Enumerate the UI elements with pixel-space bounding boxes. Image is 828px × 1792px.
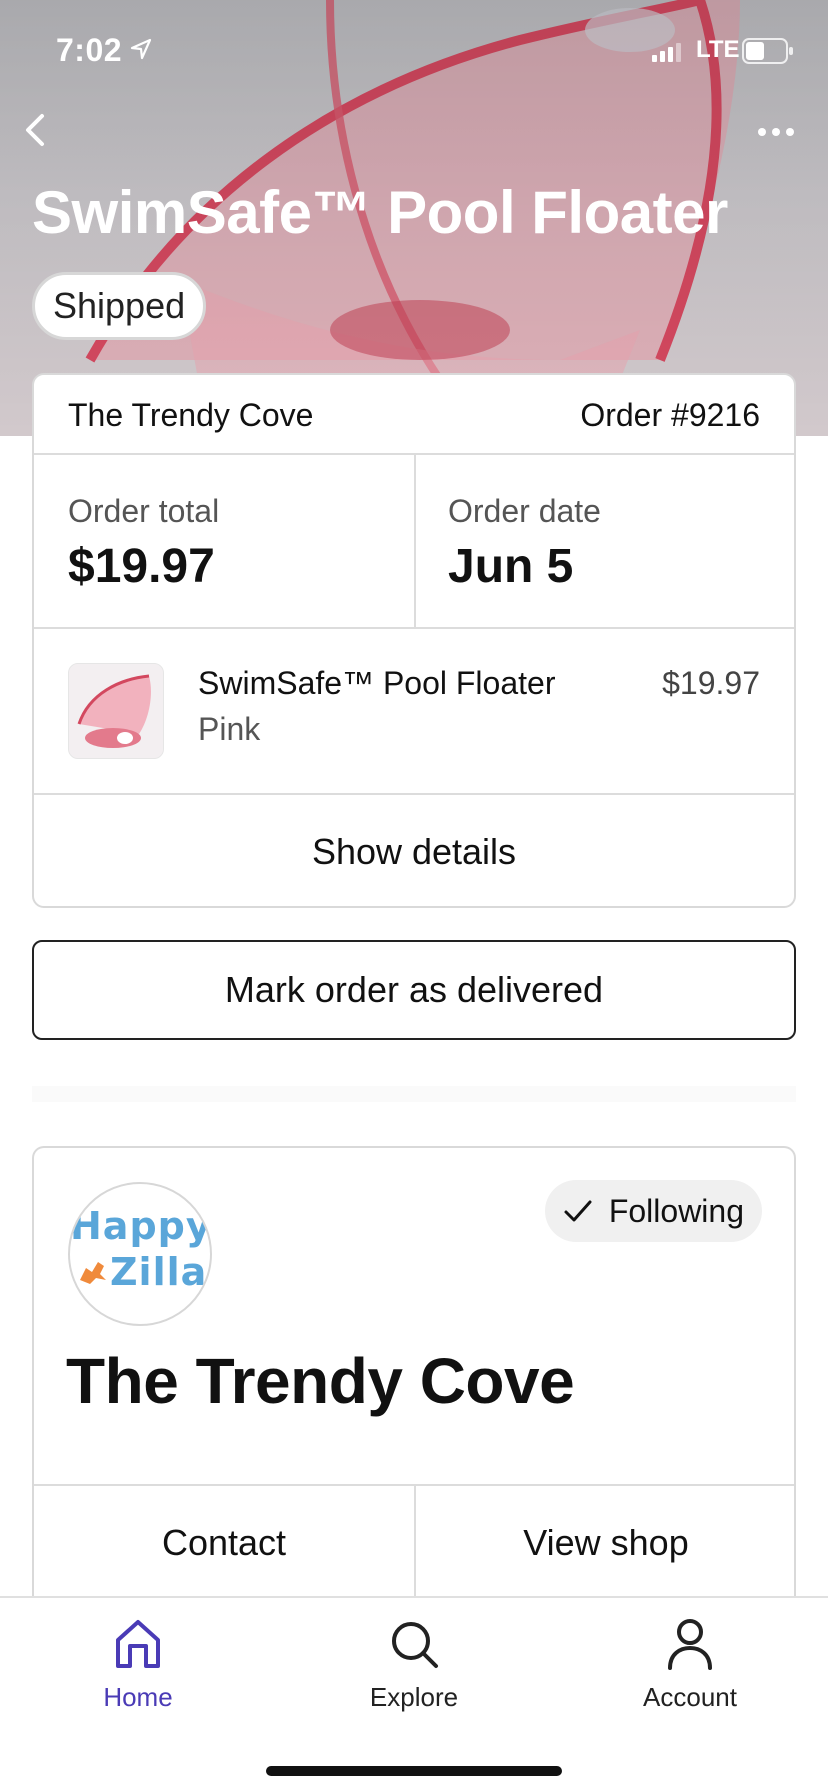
dinosaur-icon bbox=[80, 1262, 106, 1284]
pool-floater-image bbox=[69, 664, 163, 758]
order-total-label: Order total bbox=[68, 493, 220, 529]
order-item-row[interactable]: SwimSafe™ Pool Floater Pink $19.97 bbox=[34, 629, 794, 795]
order-total-value: $19.97 bbox=[68, 540, 215, 593]
location-arrow-icon bbox=[130, 38, 152, 60]
contact-button[interactable]: Contact bbox=[34, 1486, 414, 1606]
home-icon bbox=[116, 1620, 160, 1668]
shop-actions: Contact View shop bbox=[34, 1484, 794, 1606]
order-shop-name: The Trendy Cove bbox=[68, 397, 314, 433]
signal-bars-icon bbox=[652, 43, 681, 62]
more-options-icon[interactable] bbox=[752, 112, 800, 152]
bottom-tab-bar: Home Explore Account bbox=[0, 1596, 828, 1792]
hero-banner: 7:02 LTE SwimSafe™ Pool Floater Shipped bbox=[0, 0, 828, 436]
search-icon bbox=[392, 1622, 438, 1668]
tab-home[interactable]: Home bbox=[38, 1616, 238, 1736]
order-date-value: Jun 5 bbox=[448, 540, 574, 593]
show-details-button[interactable]: Show details bbox=[34, 795, 794, 906]
tab-account[interactable]: Account bbox=[590, 1616, 790, 1736]
view-shop-button[interactable]: View shop bbox=[416, 1486, 794, 1606]
network-label: LTE bbox=[696, 36, 740, 63]
order-totals-row: Order total $19.97 Order date Jun 5 bbox=[34, 455, 794, 629]
order-number: Order #9216 bbox=[580, 397, 760, 433]
show-details-row: Show details bbox=[34, 795, 794, 906]
home-indicator bbox=[266, 1766, 562, 1776]
mark-delivered-button[interactable]: Mark order as delivered bbox=[32, 940, 796, 1040]
battery-icon bbox=[742, 38, 793, 64]
tab-account-label: Account bbox=[643, 1682, 737, 1712]
logo-text-line1: Happy bbox=[70, 1204, 212, 1248]
status-time: 7:02 bbox=[56, 32, 123, 68]
column-divider bbox=[414, 455, 416, 627]
back-chevron-icon[interactable] bbox=[14, 108, 58, 152]
item-name: SwimSafe™ Pool Floater bbox=[198, 665, 556, 701]
shop-name: The Trendy Cove bbox=[66, 1345, 575, 1417]
tab-explore-label: Explore bbox=[369, 1682, 459, 1712]
logo-text-line2: Zilla bbox=[110, 1250, 208, 1294]
shop-logo[interactable]: Happy Zilla bbox=[68, 1182, 212, 1326]
shop-card: Happy Zilla Following The Trendy Cove Co… bbox=[32, 1146, 796, 1606]
tab-explore[interactable]: Explore bbox=[314, 1616, 514, 1736]
order-summary-card: The Trendy Cove Order #9216 Order total … bbox=[32, 373, 796, 908]
following-label: Following bbox=[608, 1192, 744, 1229]
section-divider bbox=[32, 1086, 796, 1102]
shipping-status-badge: Shipped bbox=[32, 272, 207, 340]
person-icon bbox=[668, 1619, 712, 1670]
item-thumbnail bbox=[68, 663, 164, 759]
tab-home-label: Home bbox=[103, 1682, 173, 1712]
following-button[interactable]: Following bbox=[544, 1180, 762, 1242]
check-icon bbox=[564, 1200, 592, 1222]
product-title: SwimSafe™ Pool Floater bbox=[32, 179, 728, 246]
order-date-label: Order date bbox=[448, 493, 601, 529]
order-card-header: The Trendy Cove Order #9216 bbox=[34, 375, 794, 455]
item-price: $19.97 bbox=[662, 665, 760, 701]
status-bar: 7:02 LTE bbox=[0, 30, 828, 70]
item-variant: Pink bbox=[198, 711, 261, 747]
